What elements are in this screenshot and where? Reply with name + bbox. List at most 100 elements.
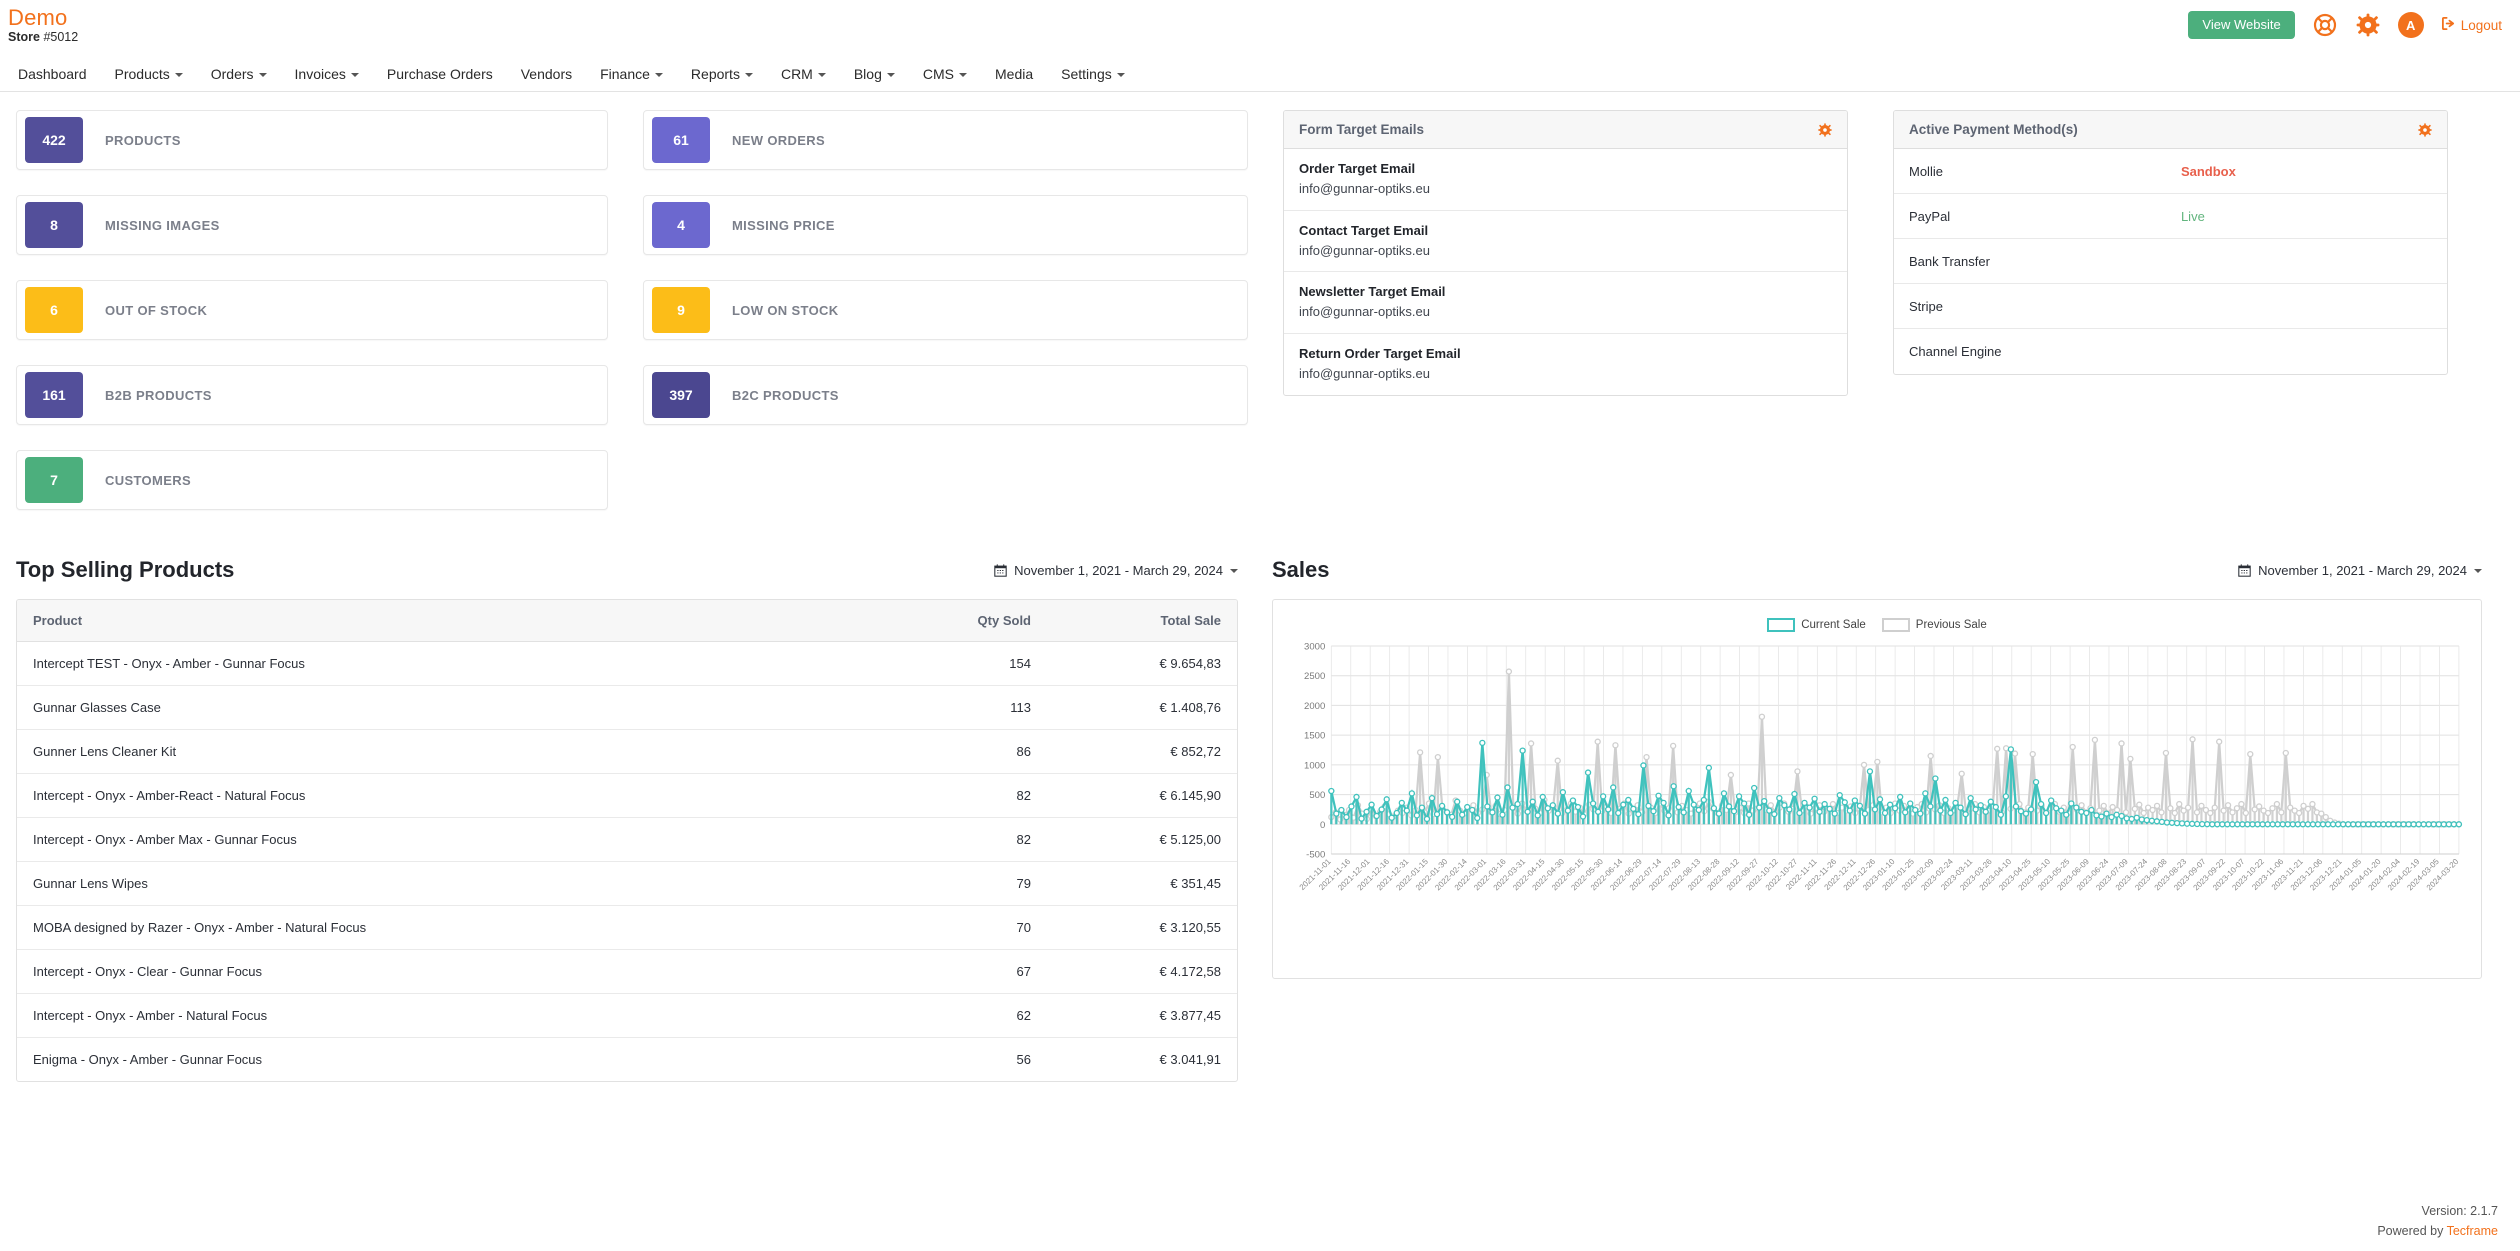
stat-card-b2c-products[interactable]: 397 B2C PRODUCTS: [643, 365, 1248, 425]
nav-item-reports[interactable]: Reports: [677, 60, 767, 88]
stat-card-new-orders[interactable]: 61 NEW ORDERS: [643, 110, 1248, 170]
stat-card-missing-price[interactable]: 4 MISSING PRICE: [643, 195, 1248, 255]
data-point: [1635, 811, 1642, 818]
data-point: [2063, 811, 2070, 818]
nav-item-invoices[interactable]: Invoices: [281, 60, 373, 88]
nav-item-label: CMS: [922, 65, 954, 82]
cell-qty-sold: 56: [1016, 1052, 1031, 1067]
nav-item-label: Purchase Orders: [386, 65, 493, 82]
nav-item-settings[interactable]: Settings: [1047, 60, 1139, 88]
y-axis-tick-label: 0: [1320, 820, 1325, 831]
stat-label: CUSTOMERS: [105, 472, 191, 488]
tecframe-link[interactable]: Tecframe: [2447, 1224, 2498, 1238]
nav-item-purchase-orders[interactable]: Purchase Orders: [373, 60, 507, 88]
column-header-total-sale[interactable]: Total Sale: [1047, 600, 1237, 642]
nav-item-finance[interactable]: Finance: [586, 60, 677, 88]
data-point: [2279, 821, 2286, 828]
column-header-product[interactable]: Product: [17, 600, 877, 642]
nav-item-products[interactable]: Products: [101, 60, 197, 88]
logout-button[interactable]: Logout: [2441, 16, 2502, 34]
form-email-label: Contact Target Email: [1299, 222, 1429, 238]
data-point: [1997, 811, 2005, 818]
table-row[interactable]: Gunnar Lens Wipes 79 € 351,45: [17, 861, 1237, 906]
table-row[interactable]: MOBA designed by Razer - Onyx - Amber - …: [17, 905, 1237, 950]
column-header-qty-sold[interactable]: Qty Sold: [877, 600, 1047, 642]
table-row[interactable]: Intercept - Onyx - Amber-React - Natural…: [17, 773, 1237, 818]
view-website-button[interactable]: View Website: [2188, 11, 2295, 39]
stat-card-b2b-products[interactable]: 161 B2B PRODUCTS: [16, 365, 608, 425]
y-axis-tick-label: 3000: [1304, 642, 1325, 653]
data-point: [1343, 813, 1350, 821]
data-point: [1896, 793, 1904, 801]
data-point: [1554, 757, 1561, 764]
table-row[interactable]: Enigma - Onyx - Amber - Gunnar Focus 56 € …: [17, 1038, 1237, 1082]
data-point: [1454, 798, 1461, 805]
data-point: [2390, 821, 2397, 828]
active-payment-methods-panel: Active Payment Method(s) Mollie Sandbox …: [1893, 110, 2448, 375]
payment-method-row: Bank Transfer: [1894, 239, 2447, 284]
stat-label: MISSING IMAGES: [105, 217, 220, 233]
nav-item-dashboard[interactable]: Dashboard: [4, 60, 101, 88]
chevron-down-icon: [1116, 72, 1125, 77]
table-row[interactable]: Gunnar Glasses Case 113 € 1.408,76: [17, 685, 1237, 730]
data-point: [1433, 811, 1441, 818]
stat-card-out-of-stock[interactable]: 6 OUT OF STOCK: [16, 280, 608, 340]
table-row[interactable]: Intercept - Onyx - Clear - Gunnar Focus 6…: [17, 949, 1237, 994]
avatar[interactable]: A: [2397, 12, 2424, 38]
data-point: [2199, 820, 2206, 828]
top-selling-table: Product Qty Sold Total Sale Intercept TE…: [17, 600, 1237, 1081]
stat-card-missing-images[interactable]: 8 MISSING IMAGES: [16, 195, 608, 255]
data-point: [1527, 740, 1535, 747]
data-point: [1574, 803, 1582, 811]
stat-card-products[interactable]: 422 PRODUCTS: [16, 110, 608, 170]
gear-icon[interactable]: [1818, 122, 1832, 137]
nav-item-crm[interactable]: CRM: [767, 60, 840, 88]
data-point: [1484, 803, 1491, 810]
data-point: [2193, 820, 2201, 828]
lifebuoy-icon[interactable]: [2312, 12, 2338, 38]
status-badge: Live: [2180, 208, 2205, 224]
data-point: [2133, 814, 2140, 821]
nav-item-cms[interactable]: CMS: [909, 60, 981, 88]
data-point: [2219, 821, 2226, 828]
data-point: [2274, 821, 2281, 828]
powered-by-text: Powered by Tecframe: [2377, 1222, 2498, 1241]
data-point: [1358, 815, 1365, 822]
panel-title: Form Target Emails: [1299, 122, 1425, 137]
payment-methods-list: Mollie Sandbox PayPal Live Bank Transfer Stri…: [1894, 149, 2447, 374]
date-range-picker-sales[interactable]: November 1, 2021 - March 29, 2024: [2238, 563, 2482, 578]
stat-card-customers[interactable]: 7 CUSTOMERS: [16, 450, 608, 510]
table-row[interactable]: Intercept - Onyx - Amber Max - Gunnar Fo…: [17, 817, 1237, 862]
data-point: [2282, 749, 2289, 757]
data-point: [1962, 811, 1969, 818]
gear-icon[interactable]: [2418, 122, 2432, 137]
nav-item-media[interactable]: Media: [981, 60, 1047, 88]
table-row[interactable]: Intercept - Onyx - Amber - Natural Focus…: [17, 993, 1237, 1038]
cell-product: Intercept - Onyx - Amber Max - Gunnar Fo…: [17, 817, 877, 862]
cell-total-sale: € 9.654,83: [1047, 641, 1237, 686]
stat-value-badge: 4: [652, 202, 710, 248]
table-row[interactable]: Gunner Lens Cleaner Kit 86 € 852,72: [17, 729, 1237, 774]
form-email-value: info@gunnar-optiks.eu: [1299, 181, 1430, 197]
data-point: [1529, 798, 1536, 805]
data-point: [1771, 811, 1778, 818]
stat-value-badge: 422: [25, 117, 83, 163]
legend-item-previous-sale[interactable]: Previous Sale: [1881, 618, 1987, 632]
nav-item-vendors[interactable]: Vendors: [507, 60, 586, 88]
data-point: [2455, 821, 2463, 828]
table-row[interactable]: Intercept TEST - Onyx - Amber - Gunnar F…: [17, 641, 1237, 686]
nav-item-blog[interactable]: Blog: [840, 60, 909, 88]
cell-total-sale: € 3.877,45: [1047, 993, 1237, 1038]
stat-card-low-on-stock[interactable]: 9 LOW ON STOCK: [643, 280, 1248, 340]
nav-item-label: Orders: [210, 65, 254, 82]
form-emails-column: Form Target Emails Order Target Email in…: [1248, 110, 1848, 396]
brand-block: Demo Store #5012: [6, 6, 78, 45]
data-point: [1393, 809, 1400, 817]
gear-icon[interactable]: [2355, 12, 2381, 38]
data-point: [1886, 801, 1894, 808]
data-point: [2158, 809, 2165, 816]
date-range-picker-products[interactable]: November 1, 2021 - March 29, 2024: [994, 563, 1238, 578]
legend-item-current-sale[interactable]: Current Sale: [1767, 618, 1866, 632]
data-point: [2284, 821, 2291, 828]
nav-item-orders[interactable]: Orders: [197, 60, 281, 88]
